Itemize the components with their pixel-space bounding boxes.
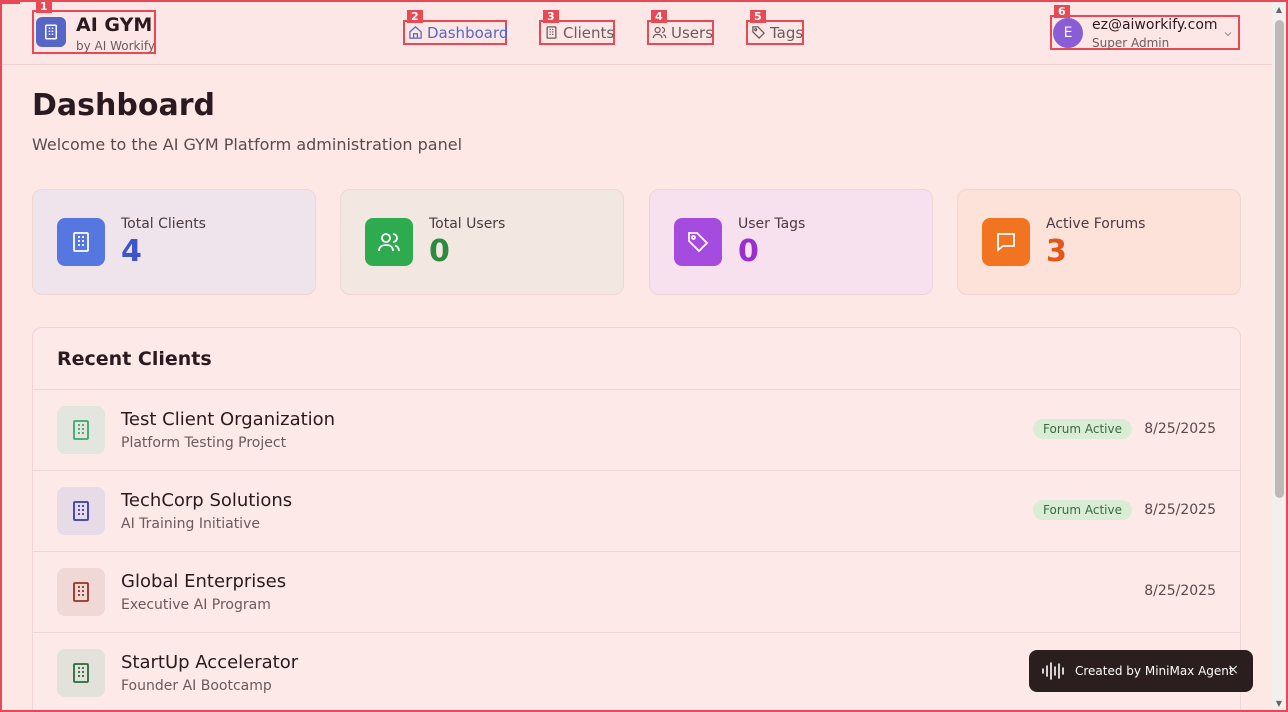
users-icon: [652, 26, 667, 39]
building-icon: [546, 26, 557, 39]
stat-label: User Tags: [738, 216, 806, 232]
annotation-label-3: 3: [543, 10, 559, 23]
stat-label: Total Clients: [121, 216, 206, 232]
annotation-label-6: 6: [1054, 5, 1070, 18]
stat-value: 4: [121, 234, 142, 269]
status-badge: Forum Active: [1033, 419, 1132, 439]
tag-icon: [752, 26, 766, 40]
client-name: Test Client Organization: [121, 409, 336, 430]
building-icon: [57, 487, 105, 535]
nav-users-label: Users: [671, 23, 714, 42]
nav-tags-label: Tags: [770, 23, 804, 42]
annotation-label-2: 2: [407, 10, 423, 23]
stat-card-total-users: Total Users 0: [340, 189, 624, 295]
user-email: ez@aiworkify.com: [1092, 17, 1218, 33]
user-role: Super Admin: [1092, 36, 1170, 50]
audio-wave-icon: [1041, 661, 1067, 681]
annotation-label-4: 4: [651, 10, 667, 23]
stat-label: Active Forums: [1046, 216, 1146, 232]
nav-clients-label: Clients: [563, 23, 615, 42]
chevron-down-icon: [1224, 32, 1232, 37]
scrollbar-thumb[interactable]: [1275, 20, 1284, 498]
page-subtitle: Welcome to the AI GYM Platform administr…: [32, 135, 463, 154]
logo-link[interactable]: 1 AI GYM by AI Workify: [32, 0, 156, 54]
stat-value: 0: [429, 234, 450, 269]
app-subtitle: by AI Workify: [76, 39, 155, 53]
stat-label: Total Users: [429, 216, 506, 232]
client-date: 8/25/2025: [1144, 421, 1216, 437]
app-title: AI GYM: [76, 14, 153, 36]
client-name: TechCorp Solutions: [121, 490, 293, 511]
client-date: 8/25/2025: [1144, 583, 1216, 599]
home-icon: [409, 26, 422, 39]
stat-card-user-tags: User Tags 0: [649, 189, 933, 295]
tag-icon: [674, 218, 722, 266]
client-description: Platform Testing Project: [121, 435, 287, 451]
stat-card-active-forums: Active Forums 3: [957, 189, 1241, 295]
recent-clients-title: Recent Clients: [57, 348, 212, 370]
nav-users[interactable]: 4 Users: [647, 10, 714, 45]
scroll-up-arrow-icon[interactable]: ▲: [1275, 6, 1283, 14]
building-icon: [57, 406, 105, 454]
avatar: E: [1053, 18, 1083, 48]
client-date: 8/25/2025: [1144, 502, 1216, 518]
user-menu[interactable]: 6 E ez@aiworkify.com Super Admin: [1050, 5, 1240, 50]
client-row[interactable]: Test Client Organization Platform Testin…: [33, 390, 1240, 471]
stat-value: 0: [738, 234, 759, 269]
building-icon: [36, 17, 66, 47]
stat-value: 3: [1046, 234, 1067, 269]
client-description: Executive AI Program: [121, 597, 271, 613]
scroll-down-arrow-icon[interactable]: ▼: [1275, 700, 1283, 708]
status-badge: Forum Active: [1033, 500, 1132, 520]
client-row[interactable]: TechCorp Solutions AI Training Initiativ…: [33, 471, 1240, 552]
client-name: Global Enterprises: [121, 571, 287, 592]
building-icon: [57, 649, 105, 697]
nav-dashboard-label: Dashboard: [427, 23, 509, 42]
toast-text: Created by MiniMax Agent: [1075, 664, 1234, 678]
nav-tags[interactable]: 5 Tags: [746, 10, 804, 45]
stat-card-total-clients: Total Clients 4: [32, 189, 316, 295]
client-description: Founder AI Bootcamp: [121, 678, 272, 694]
client-name: StartUp Accelerator: [121, 652, 299, 673]
client-row[interactable]: Global Enterprises Executive AI Program …: [33, 552, 1240, 633]
annotation-label-5: 5: [750, 10, 766, 23]
building-icon: [57, 218, 105, 266]
minimax-toast: Created by MiniMax Agent ×: [1029, 650, 1253, 692]
annotation-label-1: 1: [36, 0, 52, 13]
users-icon: [365, 218, 413, 266]
close-icon[interactable]: ×: [1227, 662, 1239, 678]
building-icon: [57, 568, 105, 616]
client-description: AI Training Initiative: [121, 516, 260, 532]
message-icon: [982, 218, 1030, 266]
top-navbar: 1 AI GYM by AI Workify 2 Dashboard 3 Cli…: [2, 0, 1272, 65]
nav-clients[interactable]: 3 Clients: [539, 10, 615, 45]
page-title: Dashboard: [32, 88, 215, 123]
corner-marker: [2, 0, 20, 4]
nav-dashboard[interactable]: 2 Dashboard: [403, 10, 509, 45]
